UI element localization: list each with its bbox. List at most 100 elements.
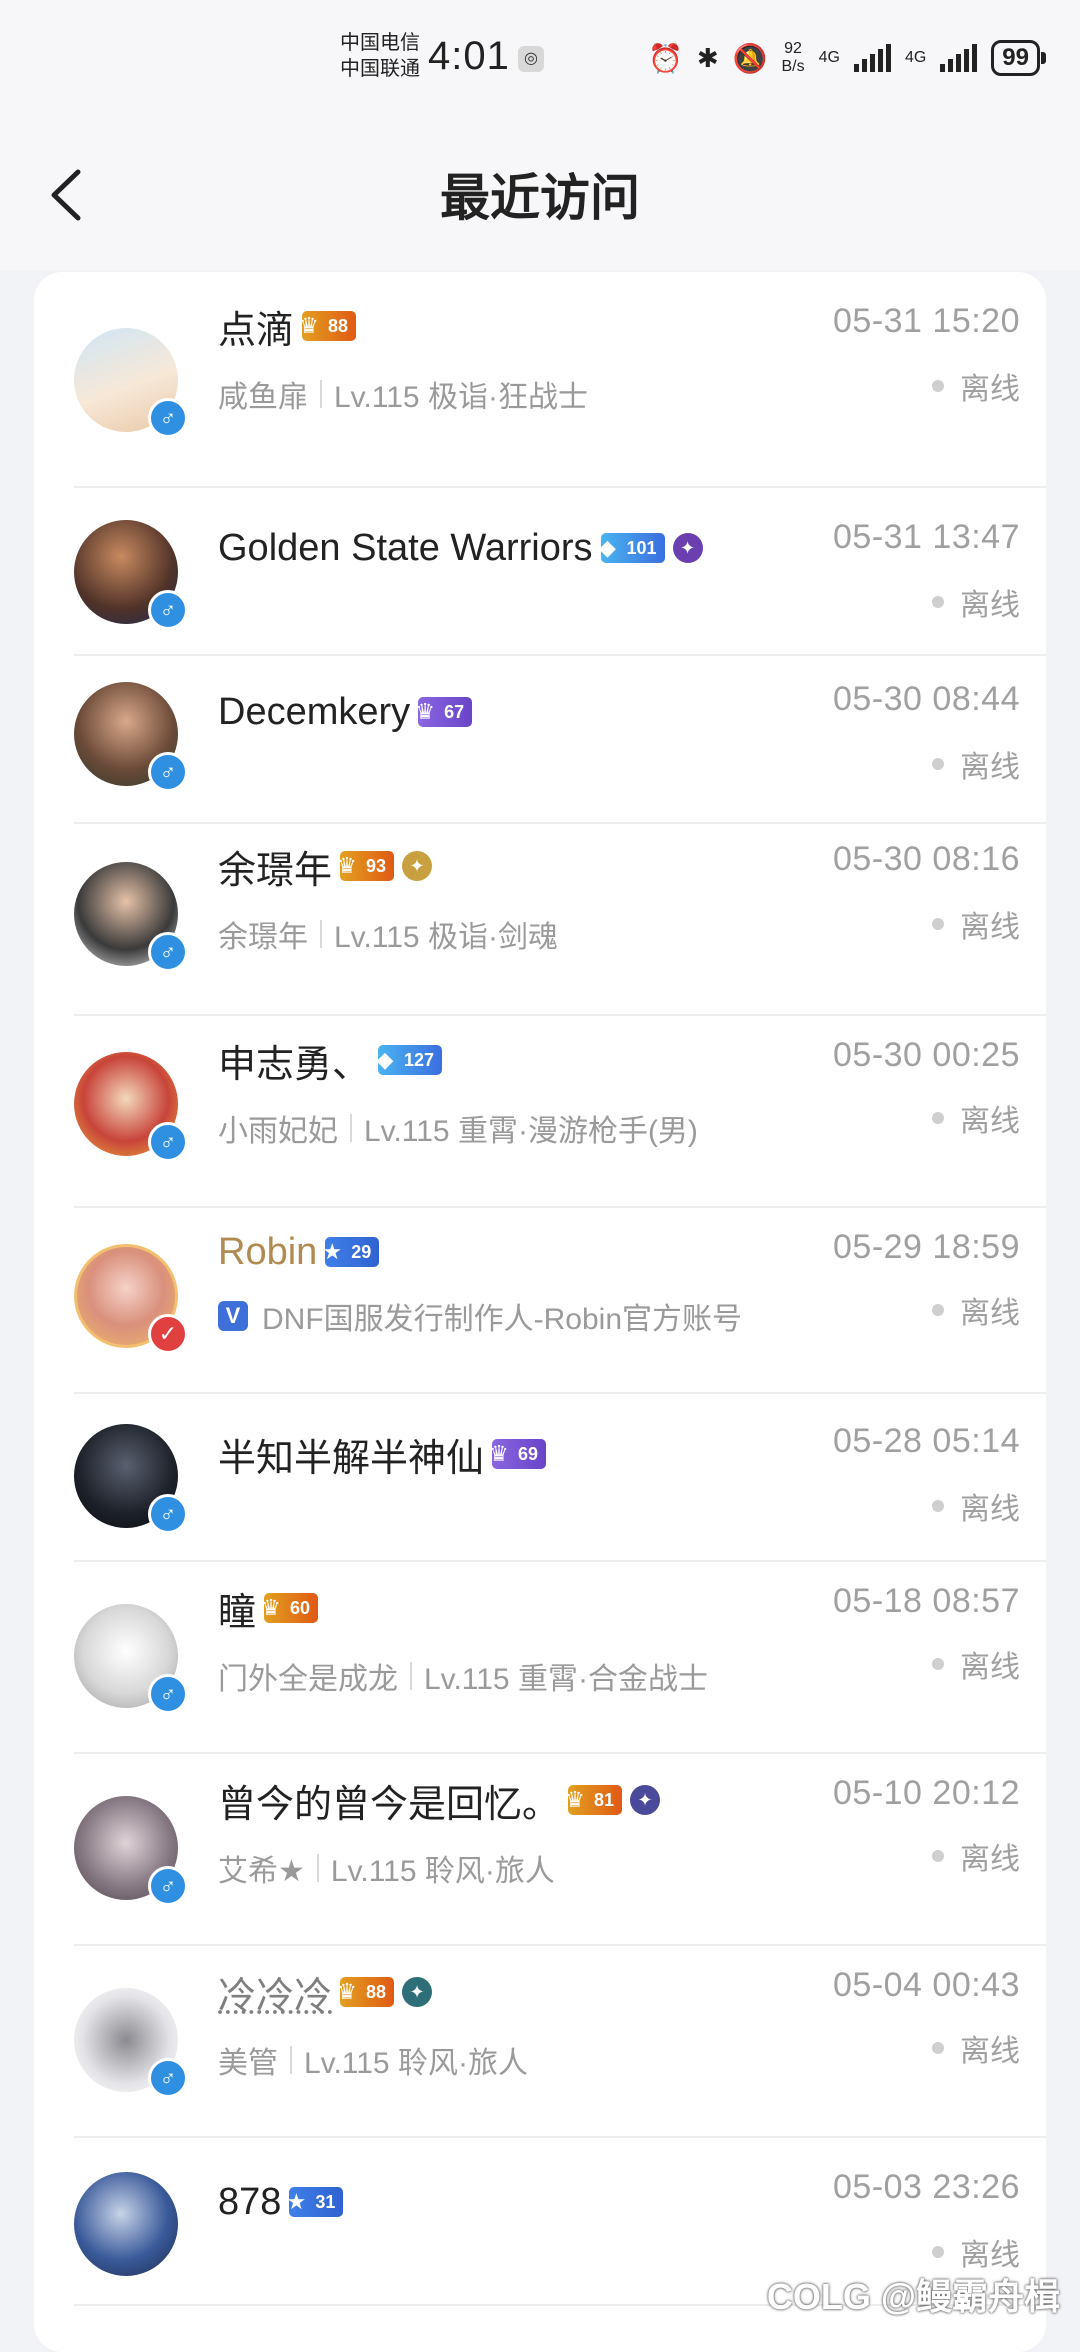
visitor-name: Golden State Warriors <box>218 527 593 570</box>
male-gender-icon: ♂ <box>148 1494 188 1534</box>
network-type-2: 4G <box>905 49 926 67</box>
divider <box>350 1114 352 1142</box>
battery-indicator: 99 <box>991 40 1040 76</box>
name-line: 冷冷冷 ♛88 ✦ <box>218 1966 432 2018</box>
level-badge: ♛69 <box>492 1439 546 1469</box>
level-badge: ♛88 <box>302 311 356 341</box>
crown-icon: ♛ <box>332 851 362 881</box>
visit-time: 05-31 15:20 <box>833 302 1020 341</box>
character-level: Lv.115 重霄·合金战士 <box>424 1654 708 1698</box>
level-badge: ♛60 <box>264 1593 318 1623</box>
nav-bar: 最近访问 <box>0 120 1080 270</box>
diamond-icon: ◆ <box>593 533 623 563</box>
character-level: Lv.115 极诣·狂战士 <box>334 372 588 416</box>
system-icons: ⏰ ✱ 🔕 92 B/s 4G 4G 99 <box>648 38 1040 78</box>
rank-emblem-icon: ✦ <box>630 1785 660 1815</box>
visitor-row[interactable]: ♂ 曾今的曾今是回忆。 ♛81 ✦ 艾希★ Lv.115 聆风·旅人 05-10… <box>74 1754 1046 1946</box>
divider <box>317 1854 319 1882</box>
mute-icon: 🔕 <box>733 42 768 75</box>
net-speed: 92 B/s <box>781 40 804 76</box>
status-dot-icon <box>932 1304 944 1316</box>
diamond-icon: ◆ <box>370 1045 400 1075</box>
visit-time: 05-04 00:43 <box>833 1966 1020 2005</box>
visitor-row[interactable]: ♂ 点滴 ♛88 咸鱼扉 Lv.115 极诣·狂战士 05-31 15:20 离… <box>74 272 1046 488</box>
online-status: 离线 <box>932 1642 1020 1686</box>
status-dot-icon <box>932 2246 944 2258</box>
crown-icon: ♛ <box>560 1785 590 1815</box>
online-status: 离线 <box>932 1484 1020 1528</box>
avatar[interactable]: ♂ <box>74 328 182 436</box>
avatar[interactable]: ♂ <box>74 520 182 628</box>
rank-emblem-icon: ✦ <box>402 1977 432 2007</box>
visitor-name: 余璟年 <box>218 839 332 894</box>
status-dot-icon <box>932 2042 944 2054</box>
avatar[interactable] <box>74 2172 182 2280</box>
character-level: Lv.115 极诣·剑魂 <box>334 912 558 956</box>
level-badge: ★31 <box>289 2187 343 2217</box>
visitor-row[interactable]: ♂ 余璟年 ♛93 ✦ 余璟年 Lv.115 极诣·剑魂 05-30 08:16… <box>74 824 1046 1016</box>
online-status: 离线 <box>932 1834 1020 1878</box>
visitor-row[interactable]: ♂ 瞳 ♛60 门外全是成龙 Lv.115 重霄·合金战士 05-18 08:5… <box>74 1562 1046 1754</box>
male-gender-icon: ♂ <box>148 1866 188 1906</box>
character-info: 余璟年 Lv.115 极诣·剑魂 <box>218 912 558 956</box>
online-status: 离线 <box>932 364 1020 408</box>
watermark: COLG @鳗霸舟楫 <box>767 2268 1060 2320</box>
avatar[interactable]: ♂ <box>74 1604 182 1712</box>
male-gender-icon: ♂ <box>148 1674 188 1714</box>
visitor-name: 冷冷冷 <box>218 1965 332 2020</box>
carrier-1: 中国电信 <box>340 30 420 56</box>
divider <box>410 1662 412 1690</box>
rank-emblem-icon: ✦ <box>673 533 703 563</box>
avatar[interactable]: ✓ <box>74 1244 182 1352</box>
verified-check-icon: ✓ <box>148 1314 188 1354</box>
visit-time: 05-18 08:57 <box>833 1582 1020 1621</box>
male-gender-icon: ♂ <box>148 1122 188 1162</box>
status-dot-icon <box>932 380 944 392</box>
visit-time: 05-30 08:16 <box>833 840 1020 879</box>
visitor-name: 878 <box>218 2181 281 2224</box>
avatar[interactable]: ♂ <box>74 1988 182 2096</box>
male-gender-icon: ♂ <box>148 2058 188 2098</box>
character-name: 门外全是成龙 <box>218 1654 398 1698</box>
level-badge: ★29 <box>325 1237 379 1267</box>
visitor-name: 点滴 <box>218 299 294 354</box>
character-info: 美管 Lv.115 聆风·旅人 <box>218 2038 528 2082</box>
avatar[interactable]: ♂ <box>74 682 182 790</box>
verified-info: V DNF国服发行制作人-Robin官方账号 <box>218 1294 742 1338</box>
crown-icon: ♛ <box>484 1439 514 1469</box>
name-line: 878 ★31 <box>218 2176 343 2228</box>
online-status: 离线 <box>932 2026 1020 2070</box>
name-line: 瞳 ♛60 <box>218 1582 318 1634</box>
divider <box>290 2046 292 2074</box>
verified-v-icon: V <box>218 1301 248 1331</box>
visit-time: 05-31 13:47 <box>833 518 1020 557</box>
status-dot-icon <box>932 1658 944 1670</box>
avatar[interactable]: ♂ <box>74 862 182 970</box>
crown-icon: ♛ <box>410 697 440 727</box>
character-info: 门外全是成龙 Lv.115 重霄·合金战士 <box>218 1654 708 1698</box>
net-speed-value: 92 <box>781 40 804 58</box>
visitor-row[interactable]: ♂ Golden State Warriors ◆101 ✦ 05-31 13:… <box>74 488 1046 656</box>
status-dot-icon <box>932 1850 944 1862</box>
visitor-row[interactable]: ✓ Robin ★29 V DNF国服发行制作人-Robin官方账号 05-29… <box>74 1208 1046 1394</box>
avatar[interactable]: ♂ <box>74 1424 182 1532</box>
visit-time: 05-30 00:25 <box>833 1036 1020 1075</box>
carrier-labels: 中国电信 中国联通 <box>340 30 420 82</box>
visitor-row[interactable]: ♂ Decemkery ♛67 05-30 08:44 离线 <box>74 656 1046 824</box>
clock: 4:01 <box>428 34 510 79</box>
visitor-row[interactable]: ♂ 半知半解半神仙 ♛69 05-28 05:14 离线 <box>74 1394 1046 1562</box>
character-name: 咸鱼扉 <box>218 372 308 416</box>
visitor-row[interactable]: ♂ 申志勇、 ◆127 小雨妃妃 Lv.115 重霄·漫游枪手(男) 05-30… <box>74 1016 1046 1208</box>
visitor-name: 申志勇、 <box>218 1033 370 1088</box>
status-dot-icon <box>932 918 944 930</box>
visitor-row[interactable]: ♂ 冷冷冷 ♛88 ✦ 美管 Lv.115 聆风·旅人 05-04 00:43 … <box>74 1946 1046 2138</box>
bluetooth-icon: ✱ <box>697 43 719 74</box>
visit-time: 05-03 23:26 <box>833 2168 1020 2207</box>
alarm-icon: ⏰ <box>648 42 683 75</box>
visitor-name: 瞳 <box>218 1581 256 1636</box>
divider <box>320 380 322 408</box>
male-gender-icon: ♂ <box>148 590 188 630</box>
avatar[interactable]: ♂ <box>74 1796 182 1904</box>
avatar[interactable]: ♂ <box>74 1052 182 1160</box>
character-name: 小雨妃妃 <box>218 1106 338 1150</box>
